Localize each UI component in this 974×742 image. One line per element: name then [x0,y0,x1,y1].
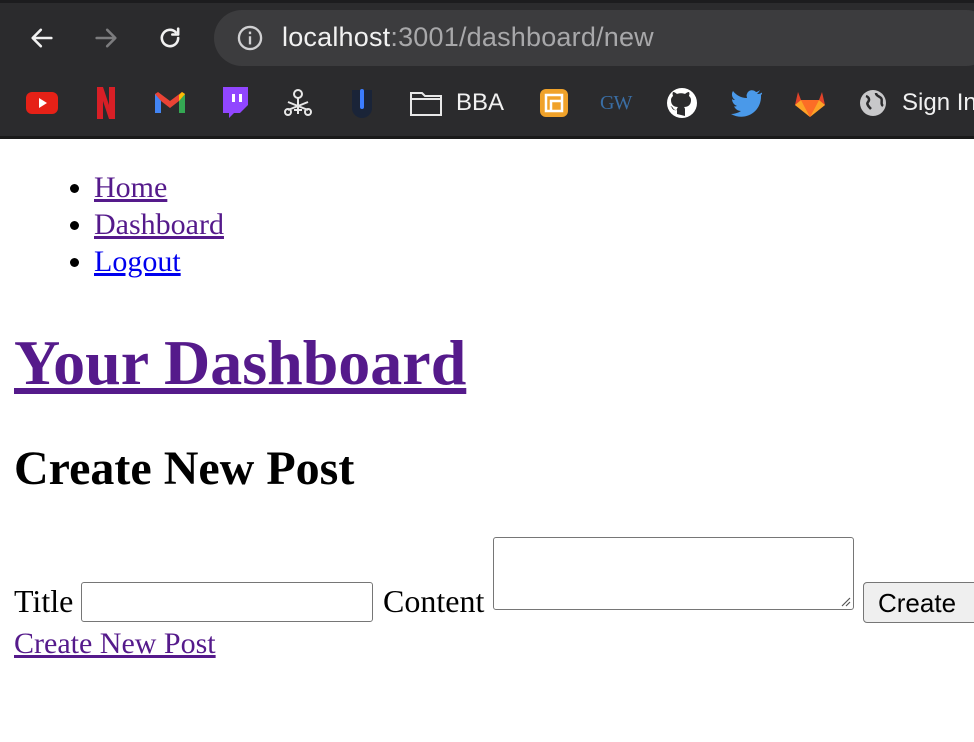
url-text[interactable]: localhost:3001/dashboard/new [282,22,654,53]
logout-link[interactable]: Logout [94,245,181,278]
reload-icon [160,27,180,48]
bookmark-bba[interactable]: BBA [410,86,504,120]
back-arrow-icon [31,28,53,48]
bookmarks-bar: BBA GW Sign In [0,74,974,134]
bookmark-keys[interactable] [283,86,313,120]
netflix-icon [97,87,115,119]
bookmark-sign-in[interactable]: Sign In [858,86,974,120]
dashboard-title-link[interactable]: Your Dashboard [14,327,466,398]
page-title: Your Dashboard [14,327,466,399]
bookmark-twitter[interactable] [730,86,762,120]
bookmark-dark-shield[interactable] [350,86,374,120]
url-host: localhost [282,22,391,52]
bookmark-netflix[interactable] [96,86,116,120]
gitlab-icon [795,92,825,117]
twitter-icon [731,90,762,117]
address-bar[interactable]: localhost:3001/dashboard/new [214,10,974,66]
bookmark-twitch[interactable] [220,86,248,120]
bookmark-sign-in-label: Sign In [902,89,974,116]
bookmark-gw[interactable]: GW [600,86,632,120]
content-textarea[interactable] [493,537,854,610]
info-icon[interactable] [236,24,264,52]
forward-arrow-icon [95,28,117,48]
section-title: Create New Post [14,442,355,495]
chrome-top-line [0,0,974,3]
home-link[interactable]: Home [94,171,167,204]
globe-icon [860,90,886,116]
bookmark-bba-label: BBA [456,89,505,116]
content-label: Content [383,583,485,619]
back-button[interactable] [24,20,60,56]
dashboard-link[interactable]: Dashboard [94,208,224,241]
nav-item-logout: Logout [94,243,224,280]
twitch-icon [223,87,248,118]
bookmark-github[interactable] [666,86,698,120]
folder-icon [410,92,442,116]
create-button[interactable]: Create [863,582,974,623]
nav-list: Home Dashboard Logout [54,169,224,280]
youtube-icon [26,92,58,114]
new-post-form: Title Content Create [14,537,974,637]
reload-button[interactable] [152,20,188,56]
title-label: Title [14,583,74,619]
create-new-post-link[interactable]: Create New Post [14,626,216,662]
dark-shield-icon [352,89,372,118]
gw-icon: GW [600,91,632,114]
bookmark-orange-app[interactable] [539,86,569,120]
bookmark-gitlab[interactable] [794,86,826,120]
browser-chrome: localhost:3001/dashboard/new BBA GW Sign… [0,0,974,139]
page-content: Home Dashboard Logout Your Dashboard Cre… [0,139,974,742]
nav-item-dashboard: Dashboard [94,206,224,243]
bookmark-gmail[interactable] [154,86,186,120]
nav-item-home: Home [94,169,224,206]
github-icon [667,88,697,118]
url-path: :3001/dashboard/new [390,22,654,52]
bookmark-youtube[interactable] [26,86,58,120]
gmail-icon [155,92,185,113]
title-input[interactable] [81,582,373,622]
keys-icon [284,89,312,116]
resize-handle-icon[interactable] [839,595,851,607]
forward-button[interactable] [88,20,124,56]
orange-app-icon [540,89,568,117]
